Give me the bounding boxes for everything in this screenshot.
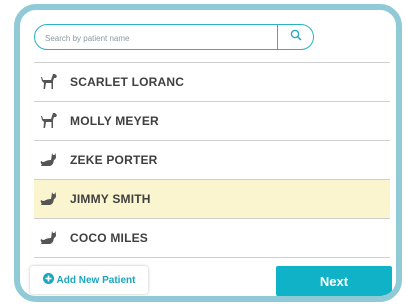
cat-icon [38, 227, 60, 249]
patient-row[interactable]: MOLLY MEYER [34, 102, 390, 141]
patient-name: SCARLET LORANC [70, 75, 185, 89]
cat-icon [38, 149, 60, 171]
patient-row[interactable]: ZEKE PORTER [34, 141, 390, 180]
patient-row[interactable]: SCARLET LORANC [34, 63, 390, 102]
patient-row[interactable]: COCO MILES [34, 219, 390, 258]
patient-name: MOLLY MEYER [70, 114, 159, 128]
cat-icon [38, 188, 60, 210]
panel-content: SCARLET LORANC MOLLY MEYER ZEKE PORTER [30, 24, 392, 296]
plus-circle-icon [42, 271, 54, 289]
dog-icon [38, 110, 60, 132]
add-new-patient-button[interactable]: Add New Patient [30, 266, 148, 294]
next-button[interactable]: Next [276, 266, 392, 296]
patient-row-selected[interactable]: JIMMY SMITH [34, 180, 390, 219]
patient-name: JIMMY SMITH [70, 192, 151, 206]
dog-icon [38, 71, 60, 93]
search-icon [290, 28, 302, 46]
search-bar [34, 24, 314, 50]
add-new-patient-label: Add New Patient [56, 274, 136, 286]
patient-picker-panel: SCARLET LORANC MOLLY MEYER ZEKE PORTER [14, 4, 402, 302]
patient-name: COCO MILES [70, 231, 149, 245]
patient-list: SCARLET LORANC MOLLY MEYER ZEKE PORTER J… [34, 62, 390, 258]
search-button[interactable] [277, 25, 313, 49]
search-input[interactable] [45, 29, 275, 47]
patient-name: ZEKE PORTER [70, 153, 158, 167]
